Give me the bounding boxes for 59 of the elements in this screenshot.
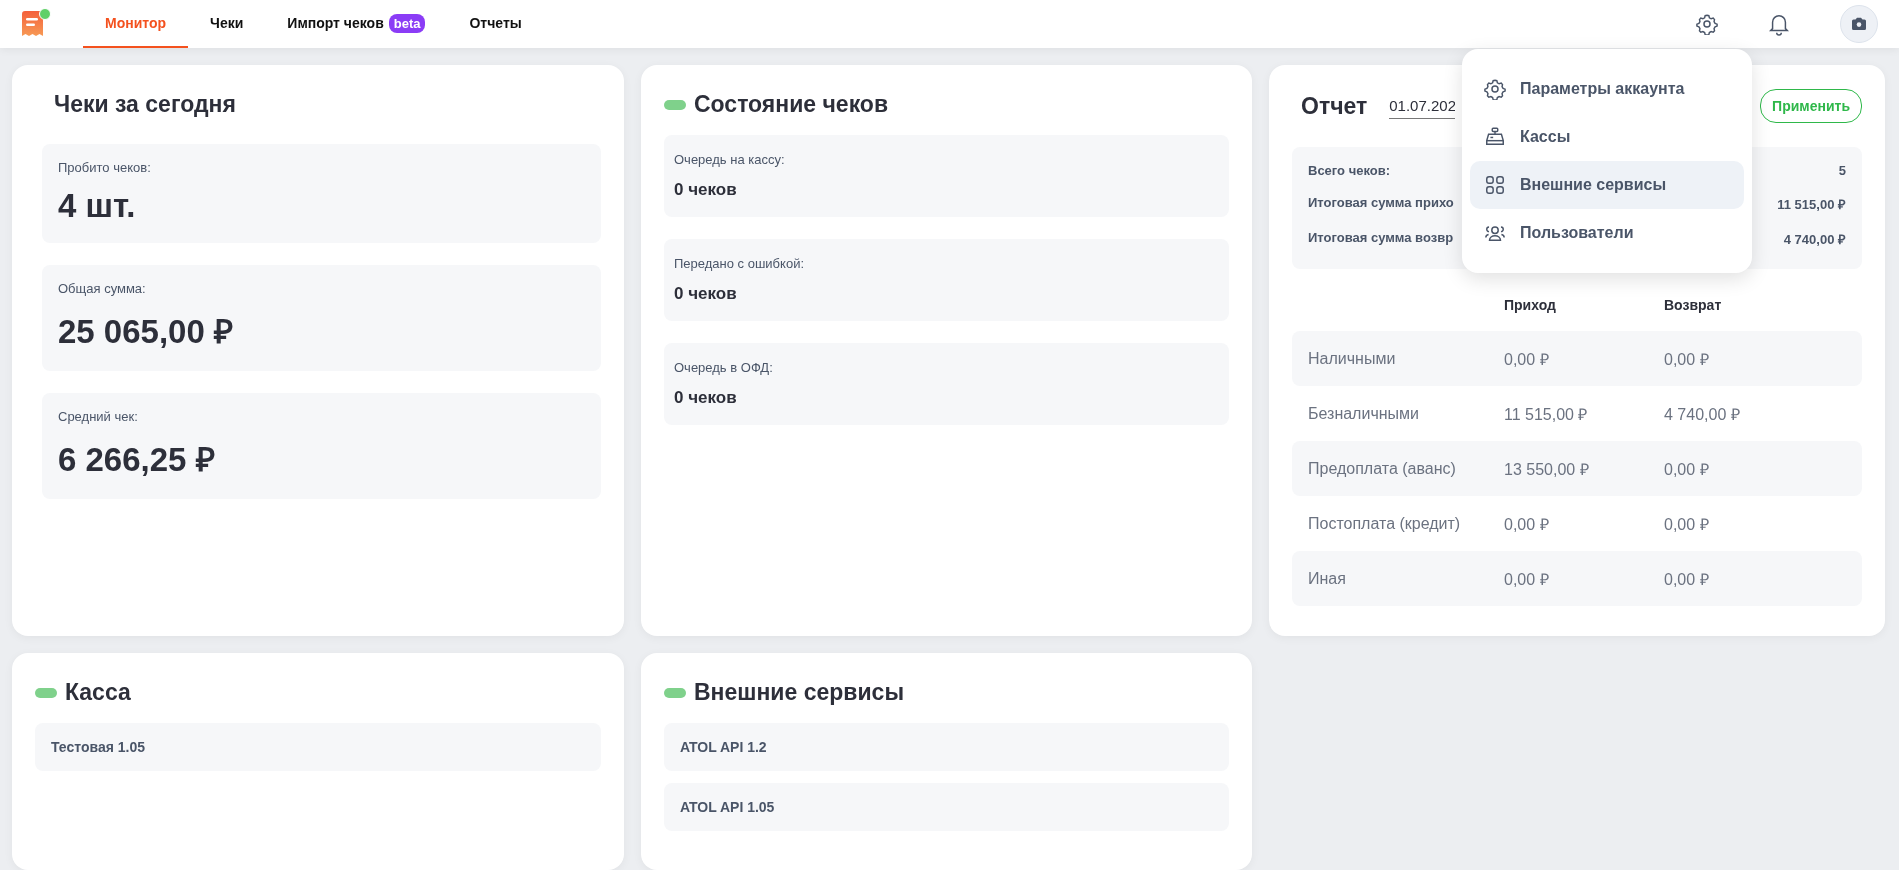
- list-item[interactable]: ATOL API 1.2: [664, 723, 1229, 771]
- list-item[interactable]: Тестовая 1.05: [35, 723, 601, 771]
- menu-item[interactable]: Параметры аккаунта: [1470, 65, 1744, 113]
- stat-label: Пробито чеков:: [58, 160, 152, 175]
- menu-item[interactable]: Кассы: [1470, 113, 1744, 161]
- menu-item[interactable]: Пользователи: [1470, 209, 1744, 257]
- beta-badge: beta: [388, 13, 426, 33]
- table-cell: 0,00 ₽: [1664, 441, 1862, 496]
- card-title: Отчет: [1301, 92, 1368, 120]
- table-cell-text: 0,00 ₽: [1664, 514, 1710, 535]
- summary-label: Итоговая сумма прихо: [1308, 195, 1454, 212]
- table-cell-text: Постоплата (кредит): [1307, 513, 1462, 534]
- table-cell: 0,00 ₽: [1664, 551, 1862, 606]
- queue-label: Очередь на кассу:: [674, 152, 786, 167]
- queue-label: Очередь в ОФД:: [674, 360, 774, 375]
- summary-value: 11 515,00 ₽: [1777, 196, 1846, 213]
- grid-icon: [1484, 174, 1506, 196]
- notification-bell-icon[interactable]: [1768, 12, 1790, 36]
- summary-label: Итоговая сумма возвр: [1308, 230, 1454, 247]
- menu-item[interactable]: Внешние сервисы: [1470, 161, 1744, 209]
- stat-value: 4 шт.: [58, 187, 137, 225]
- table-cell: Предоплата (аванс): [1292, 441, 1504, 496]
- column-header: Возврат: [1664, 297, 1723, 315]
- nav-tab[interactable]: Отчеты: [447, 0, 544, 48]
- summary-label: Всего чеков:: [1308, 163, 1391, 178]
- table-cell-text: 11 515,00 ₽: [1504, 404, 1589, 425]
- queue-value: 0 чеков: [674, 388, 738, 408]
- card-title: Чеки за сегодня: [54, 91, 236, 118]
- table-cell-text: 4 740,00 ₽: [1664, 404, 1741, 425]
- date-field[interactable]: 01.07.202: [1389, 93, 1456, 119]
- settings-icon: [1484, 78, 1506, 100]
- nav-tab[interactable]: Чеки: [188, 0, 266, 48]
- cash-register-icon: [1484, 126, 1506, 148]
- table-cell: Наличными: [1292, 331, 1504, 386]
- column-header: Приход: [1504, 297, 1557, 315]
- summary-value: 5: [1838, 163, 1846, 178]
- summary-value: 4 740,00 ₽: [1783, 231, 1846, 248]
- stat-label: Общая сумма:: [58, 281, 147, 296]
- camera-icon: [1851, 17, 1867, 31]
- table-cell-text: Безналичными: [1307, 403, 1420, 424]
- table-cell: 0,00 ₽: [1664, 331, 1862, 386]
- table-cell: 0,00 ₽: [1504, 331, 1664, 386]
- table-cell-text: 0,00 ₽: [1504, 514, 1550, 535]
- nav-tab[interactable]: Импорт чеков beta: [265, 0, 448, 48]
- stat-label: Средний чек:: [58, 409, 139, 424]
- card-title: Состояние чеков: [694, 91, 889, 118]
- card-title: Касса: [65, 679, 131, 706]
- stat-value: 6 266,25 ₽: [58, 440, 216, 480]
- table-cell: 0,00 ₽: [1504, 551, 1664, 606]
- card-title: Внешние сервисы: [694, 679, 905, 706]
- queue-value: 0 чеков: [674, 180, 738, 200]
- list-item[interactable]: ATOL API 1.05: [664, 783, 1229, 831]
- stat-value: 25 065,00 ₽: [58, 312, 234, 352]
- queue-value: 0 чеков: [674, 284, 738, 304]
- queue-label: Передано с ошибкой:: [674, 256, 805, 271]
- avatar-button[interactable]: [1840, 5, 1878, 43]
- table-cell: 13 550,00 ₽: [1504, 441, 1664, 496]
- settings-icon[interactable]: [1696, 13, 1718, 35]
- table-cell: Иная: [1292, 551, 1504, 606]
